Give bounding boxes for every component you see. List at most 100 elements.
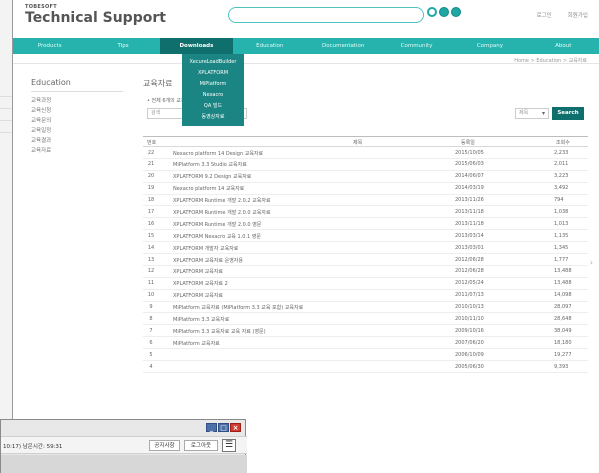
- table-row[interactable]: 12 XPLATFORM 교육자료 2012/06/28 13,488: [143, 266, 588, 278]
- row-title[interactable]: XPLATFORM 교육자료: [173, 268, 223, 275]
- row-title[interactable]: MiPlatform 3.3 Studio 교육자료: [173, 161, 247, 168]
- table-row[interactable]: 6 MiPlatform 교육자료 2007/06/20 18,180: [143, 337, 588, 350]
- dropdown-item[interactable]: 동영상자료: [182, 112, 244, 123]
- table-row[interactable]: 14 XPLATFORM 개발자 교육자료 2013/03/01 1,345: [143, 242, 588, 255]
- row-title[interactable]: XPLATFORM 9.2 Design 교육자료: [173, 173, 251, 180]
- join-link[interactable]: 회원가입: [568, 11, 588, 19]
- row-views: 1,013: [554, 220, 569, 227]
- row-date: 2013/11/18: [455, 220, 484, 227]
- table-row[interactable]: 8 MiPlatform 3.3 교육자료 2010/11/10 28,648: [143, 313, 588, 326]
- nav-company[interactable]: Company: [453, 38, 526, 54]
- search-button[interactable]: Search: [552, 107, 584, 120]
- row-number: 17: [147, 208, 155, 215]
- row-title[interactable]: XPLATFORM 교육자료 2: [173, 280, 228, 287]
- login-link[interactable]: 로그인: [537, 11, 552, 19]
- sidebar-item[interactable]: 교육결과: [31, 136, 123, 146]
- sidebar-item-active[interactable]: 교육자료: [31, 146, 123, 156]
- table-row[interactable]: 16 XPLATFORM Runtime 개발 2.0.0 영문 2013/11/1…: [143, 218, 588, 231]
- row-date: 2012/06/28: [455, 268, 484, 275]
- breadcrumb: Home > Education > 교육자료: [514, 58, 587, 64]
- table-row[interactable]: 11 XPLATFORM 교육자료 2 2012/05/24 13,488: [143, 278, 588, 290]
- table-row[interactable]: 4 2005/06/30 9,393: [143, 361, 588, 373]
- sidebar: Education 교육과정 교육신청 교육문의 교육일정 교육결과 교육자료: [31, 78, 123, 198]
- row-number: 11: [147, 280, 155, 287]
- window-controls: _ □ ×: [206, 423, 241, 432]
- hamburger-icon[interactable]: ☰: [222, 439, 236, 452]
- menu-icon[interactable]: [451, 7, 461, 17]
- nav-documentation[interactable]: Documentation: [307, 38, 380, 54]
- row-views: 3,492: [554, 185, 569, 192]
- row-title[interactable]: XPLATFORM Runtime 개발 2.0.0 교육자료: [173, 209, 271, 216]
- table-row[interactable]: 7 MiPlatform 3.3 교육자료 교육 자료 (영문) 2009/10/1…: [143, 325, 588, 338]
- close-icon[interactable]: ×: [230, 423, 241, 432]
- row-number: 15: [147, 232, 155, 239]
- nav-tips[interactable]: Tips: [86, 38, 159, 54]
- nav-community[interactable]: Community: [380, 38, 453, 54]
- nav-products[interactable]: Products: [13, 38, 86, 54]
- row-title[interactable]: XPLATFORM Runtime 개발 2.0.0 영문: [173, 221, 261, 228]
- table-row[interactable]: 17 XPLATFORM Runtime 개발 2.0.0 교육자료 2013/11…: [143, 206, 588, 219]
- table-row[interactable]: 21 MiPlatform 3.3 Studio 교육자료 2015/06/03 2,…: [143, 159, 588, 171]
- row-number: 12: [147, 268, 155, 275]
- row-number: 14: [147, 244, 155, 251]
- chevron-right-icon[interactable]: ›: [587, 256, 596, 270]
- row-title[interactable]: MiPlatform 3.3 교육자료 교육 자료 (영문): [173, 328, 266, 335]
- search-field-select[interactable]: 제목 ▾: [515, 108, 549, 119]
- nav-downloads[interactable]: Downloads: [159, 38, 234, 54]
- sidebar-item[interactable]: 교육일정: [31, 126, 123, 136]
- nav-education[interactable]: Education: [233, 38, 306, 54]
- site-search-input[interactable]: [228, 7, 424, 23]
- row-title[interactable]: XPLATFORM 교육자료 운영자용: [173, 257, 243, 264]
- row-title[interactable]: MiPlatform 3.3 교육자료: [173, 316, 229, 323]
- row-date: 2013/11/26: [455, 197, 484, 204]
- table-row[interactable]: 10 XPLATFORM 교육자료 2011/07/13 14,098: [143, 290, 588, 302]
- sidebar-item[interactable]: 교육문의: [31, 116, 123, 126]
- search-icon[interactable]: [427, 7, 437, 17]
- table-row[interactable]: 9 MiPlatform 교육자료 (MiPlatform 3.3 교육 포함) …: [143, 302, 588, 314]
- row-title[interactable]: Nexacro platform 14 Design 교육자료: [173, 150, 263, 157]
- row-views: 13,488: [554, 280, 572, 287]
- nav-about[interactable]: About: [527, 38, 599, 54]
- row-number: 21: [147, 161, 155, 168]
- row-number: 7: [149, 327, 153, 334]
- row-views: 3,223: [554, 173, 569, 180]
- maximize-icon[interactable]: □: [218, 423, 229, 432]
- row-date: 2015/10/05: [455, 149, 484, 156]
- row-title[interactable]: XPLATFORM Nexacro 교육 1.0.1 영문: [173, 233, 261, 240]
- row-title[interactable]: XPLATFORM 개발자 교육자료: [173, 245, 238, 252]
- table-row[interactable]: 22 Nexacro platform 14 Design 교육자료 2015/10…: [143, 147, 588, 159]
- row-title[interactable]: MiPlatform 교육자료 (MiPlatform 3.3 교육 포함) 교…: [173, 304, 303, 311]
- logout-button[interactable]: 로그아웃: [184, 440, 218, 451]
- row-date: 2009/10/16: [455, 327, 484, 334]
- table-row[interactable]: 19 Nexacro platform 14 교육자료 2014/03/19 3,49…: [143, 183, 588, 195]
- row-title[interactable]: Nexacro platform 14 교육자료: [173, 185, 244, 192]
- sidebar-item[interactable]: 교육과정: [31, 96, 123, 106]
- table-row[interactable]: 13 XPLATFORM 교육자료 운영자용 2012/06/28 1,777: [143, 254, 588, 266]
- minimize-icon[interactable]: _: [206, 423, 217, 432]
- row-number: 5: [149, 351, 153, 358]
- table-row[interactable]: 18 XPLATFORM Runtime 개발 2.0.2 교육자료 2013/11…: [143, 195, 588, 207]
- dropdown-item[interactable]: XecureLoadBuilder: [182, 57, 244, 68]
- row-title[interactable]: XPLATFORM Runtime 개발 2.0.2 교육자료: [173, 197, 271, 204]
- table-body: 22 Nexacro platform 14 Design 교육자료 2015/10…: [143, 147, 588, 373]
- table-row[interactable]: 20 XPLATFORM 9.2 Design 교육자료 2014/06/07 3,2…: [143, 171, 588, 183]
- row-number: 6: [149, 339, 153, 346]
- table-row[interactable]: 5 2006/10/09 19,277: [143, 349, 588, 362]
- row-date: 2012/06/28: [455, 256, 484, 263]
- row-title[interactable]: XPLATFORM 교육자료: [173, 292, 223, 299]
- row-title[interactable]: MiPlatform 교육자료: [173, 340, 220, 347]
- sidebar-item[interactable]: 교육신청: [31, 106, 123, 116]
- dropdown-item[interactable]: MiPlatform: [182, 79, 244, 90]
- row-number: 10: [147, 292, 155, 299]
- row-views: 2,233: [554, 149, 569, 156]
- row-number: 9: [149, 304, 153, 311]
- row-date: 2013/03/14: [455, 232, 484, 239]
- dropdown-item[interactable]: QA 빌드: [182, 101, 244, 112]
- table-row[interactable]: 15 XPLATFORM Nexacro 교육 1.0.1 영문 2013/03/1…: [143, 230, 588, 243]
- row-number: 13: [147, 256, 155, 263]
- notice-button[interactable]: 공지사항: [149, 440, 180, 451]
- go-icon[interactable]: [439, 7, 449, 17]
- dropdown-item[interactable]: XPLATFORM: [182, 68, 244, 79]
- site-logo-title[interactable]: Technical Support: [25, 10, 166, 26]
- dropdown-item[interactable]: Nexacro: [182, 90, 244, 101]
